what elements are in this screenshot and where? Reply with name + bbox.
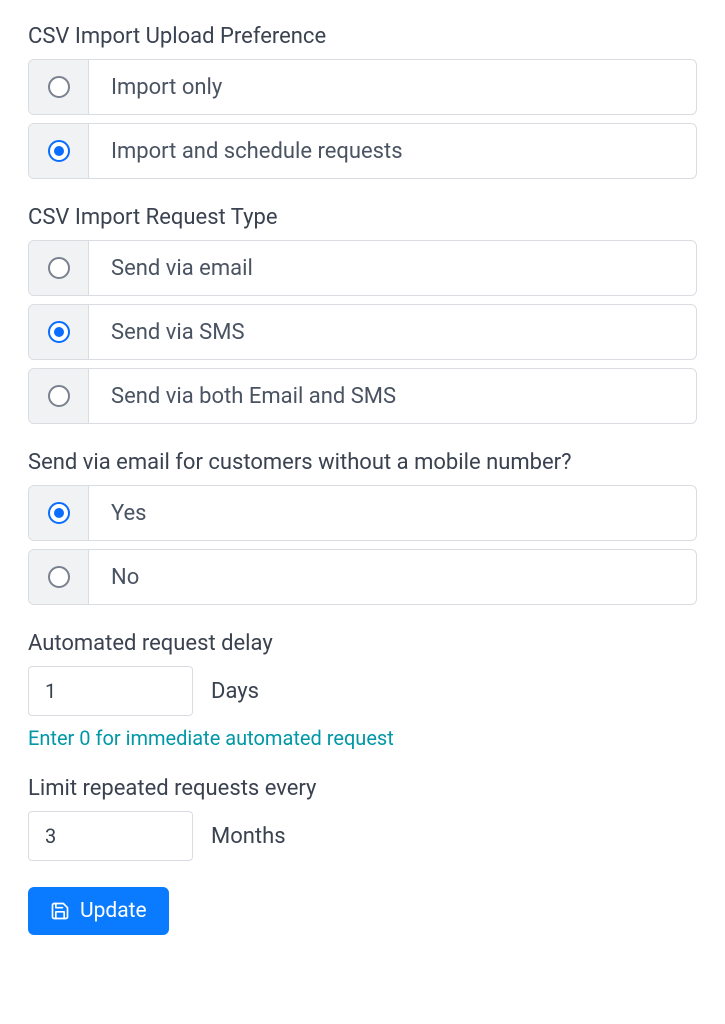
radio-cell: [29, 486, 89, 540]
radio-label: Send via SMS: [89, 305, 696, 359]
radio-option-send-both[interactable]: Send via both Email and SMS: [28, 368, 697, 424]
update-button-label: Update: [80, 899, 147, 923]
send-email-fallback-group: Yes No: [28, 485, 697, 605]
radio-label: Send via both Email and SMS: [89, 369, 696, 423]
send-email-fallback-section: Send via email for customers without a m…: [28, 450, 697, 605]
request-delay-unit: Days: [211, 679, 259, 704]
radio-option-send-email[interactable]: Send via email: [28, 240, 697, 296]
update-button[interactable]: Update: [28, 887, 169, 935]
csv-request-type-label: CSV Import Request Type: [28, 205, 697, 230]
radio-option-no[interactable]: No: [28, 549, 697, 605]
radio-option-import-only[interactable]: Import only: [28, 59, 697, 115]
radio-option-import-schedule[interactable]: Import and schedule requests: [28, 123, 697, 179]
radio-cell: [29, 60, 89, 114]
csv-request-type-group: Send via email Send via SMS Send via bot…: [28, 240, 697, 424]
csv-upload-preference-label: CSV Import Upload Preference: [28, 24, 697, 49]
radio-cell: [29, 124, 89, 178]
radio-dot-icon: [54, 327, 64, 337]
save-icon: [50, 901, 70, 921]
send-email-fallback-label: Send via email for customers without a m…: [28, 450, 697, 475]
csv-request-type-section: CSV Import Request Type Send via email S…: [28, 205, 697, 424]
radio-cell: [29, 369, 89, 423]
radio-circle-icon: [48, 140, 70, 162]
request-delay-helper: Enter 0 for immediate automated request: [28, 726, 697, 750]
request-delay-row: Days: [28, 666, 697, 716]
radio-label: Import only: [89, 60, 696, 114]
radio-cell: [29, 305, 89, 359]
radio-label: Yes: [89, 486, 696, 540]
radio-circle-icon: [48, 566, 70, 588]
radio-circle-icon: [48, 257, 70, 279]
request-delay-label: Automated request delay: [28, 631, 697, 656]
csv-upload-preference-group: Import only Import and schedule requests: [28, 59, 697, 179]
radio-circle-icon: [48, 385, 70, 407]
radio-circle-icon: [48, 502, 70, 524]
request-delay-section: Automated request delay Days Enter 0 for…: [28, 631, 697, 750]
limit-repeated-row: Months: [28, 811, 697, 861]
request-delay-input[interactable]: [28, 666, 193, 716]
radio-label: No: [89, 550, 696, 604]
radio-dot-icon: [54, 508, 64, 518]
radio-label: Send via email: [89, 241, 696, 295]
radio-label: Import and schedule requests: [89, 124, 696, 178]
csv-upload-preference-section: CSV Import Upload Preference Import only…: [28, 24, 697, 179]
limit-repeated-section: Limit repeated requests every Months: [28, 776, 697, 861]
radio-cell: [29, 241, 89, 295]
radio-option-yes[interactable]: Yes: [28, 485, 697, 541]
limit-repeated-unit: Months: [211, 824, 286, 849]
limit-repeated-input[interactable]: [28, 811, 193, 861]
radio-cell: [29, 550, 89, 604]
radio-circle-icon: [48, 76, 70, 98]
radio-option-send-sms[interactable]: Send via SMS: [28, 304, 697, 360]
limit-repeated-label: Limit repeated requests every: [28, 776, 697, 801]
radio-circle-icon: [48, 321, 70, 343]
radio-dot-icon: [54, 146, 64, 156]
